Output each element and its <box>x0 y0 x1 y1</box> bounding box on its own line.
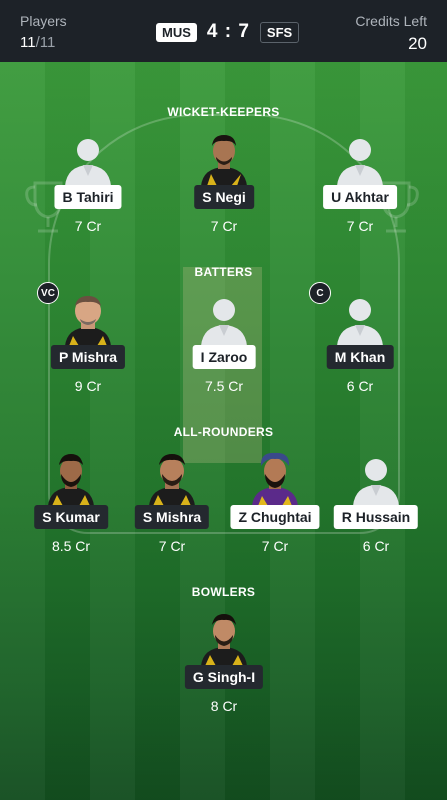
player-name: G Singh-I <box>184 665 264 689</box>
player-credit: 6 Cr <box>346 378 374 394</box>
player-credit: 7 Cr <box>158 538 186 554</box>
player-photo <box>252 452 298 506</box>
player-card-u-akhtar[interactable]: U Akhtar 7 Cr <box>310 132 410 252</box>
match-header: Players 11/11 MUS 4 : 7 SFS Credits Left… <box>0 0 447 62</box>
player-name: U Akhtar <box>323 185 397 209</box>
player-credit: 7 Cr <box>74 218 102 234</box>
player-card-r-hussain[interactable]: R Hussain 6 Cr <box>326 452 426 572</box>
player-name: I Zaroo <box>192 345 256 369</box>
player-name: S Mishra <box>134 505 210 529</box>
credits-counter: Credits Left 20 <box>355 13 427 54</box>
player-name: S Negi <box>194 185 254 209</box>
player-credit: 6 Cr <box>362 538 390 554</box>
player-photo <box>201 614 247 666</box>
player-credit: 9 Cr <box>74 378 102 394</box>
section-title-all-rounders: ALL-ROUNDERS <box>173 425 274 439</box>
player-name: S Kumar <box>34 505 108 529</box>
player-credit: 8.5 Cr <box>51 538 91 554</box>
player-card-s-kumar[interactable]: S Kumar 8.5 Cr <box>21 452 121 572</box>
player-name: Z Chughtai <box>230 505 320 529</box>
team-split-score: 4 : 7 <box>206 21 250 42</box>
players-selected: 11 <box>20 34 36 51</box>
player-photo <box>65 296 111 346</box>
team-score: MUS 4 : 7 SFS <box>156 21 300 43</box>
avatar-placeholder-icon <box>353 459 399 506</box>
player-card-i-zaroo[interactable]: I Zaroo 7.5 Cr <box>174 292 274 412</box>
player-photo <box>201 135 247 186</box>
player-name: B Tahiri <box>54 185 122 209</box>
player-card-g-singh-i[interactable]: G Singh-I 8 Cr <box>174 612 274 732</box>
section-title-wicket-keepers: WICKET-KEEPERS <box>167 105 280 119</box>
player-card-s-negi[interactable]: S Negi 7 Cr <box>174 132 274 252</box>
avatar-placeholder-icon <box>337 139 383 186</box>
player-name: M Khan <box>326 345 394 369</box>
cricket-field: WICKET-KEEPERS B Tahiri 7 Cr S Negi 7 Cr… <box>0 62 447 800</box>
player-card-p-mishra[interactable]: P Mishra 9 Cr <box>38 292 138 412</box>
player-credit: 7.5 Cr <box>204 378 244 394</box>
section-title-batters: BATTERS <box>194 265 253 279</box>
credits-value: 20 <box>408 34 427 53</box>
vice-captain-badge: VC <box>37 282 59 304</box>
avatar-placeholder-icon <box>65 139 111 186</box>
players-label: Players <box>20 13 67 29</box>
player-card-s-mishra[interactable]: S Mishra 7 Cr <box>122 452 222 572</box>
avatar-placeholder-icon <box>337 299 383 346</box>
player-credit: 8 Cr <box>210 698 238 714</box>
player-credit: 7 Cr <box>261 538 289 554</box>
player-name: R Hussain <box>333 505 419 529</box>
player-card-z-chughtai[interactable]: Z Chughtai 7 Cr <box>225 452 325 572</box>
player-photo <box>149 454 195 506</box>
player-name: P Mishra <box>50 345 126 369</box>
credits-label: Credits Left <box>355 13 427 29</box>
player-photo <box>48 454 94 506</box>
players-total: /11 <box>35 34 56 51</box>
team2-badge: SFS <box>259 21 300 43</box>
captain-badge: C <box>309 282 331 304</box>
player-credit: 7 Cr <box>346 218 374 234</box>
player-card-b-tahiri[interactable]: B Tahiri 7 Cr <box>38 132 138 252</box>
players-count: 11/11 <box>20 34 67 51</box>
avatar-placeholder-icon <box>201 299 247 346</box>
players-counter: Players 11/11 <box>20 13 67 51</box>
player-credit: 7 Cr <box>210 218 238 234</box>
player-card-m-khan[interactable]: M Khan 6 Cr <box>310 292 410 412</box>
team1-badge: MUS <box>156 22 197 42</box>
section-title-bowlers: BOWLERS <box>191 585 256 599</box>
